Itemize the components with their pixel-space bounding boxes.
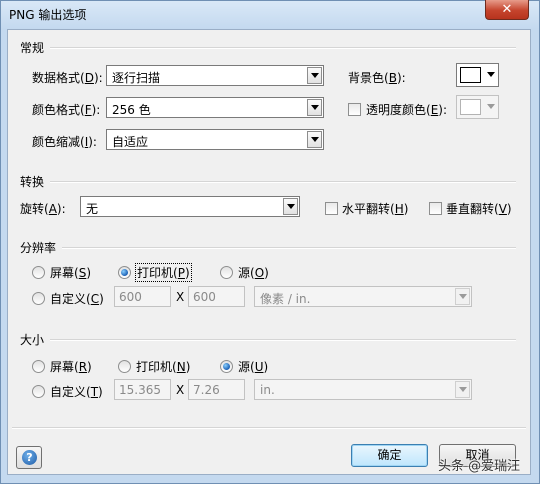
resolution-screen-radio[interactable]	[32, 266, 45, 279]
chevron-down-icon	[487, 104, 495, 109]
color-reduction-label: 颜色缩减(I):	[32, 135, 97, 149]
data-format-select[interactable]: 逐行扫描	[106, 65, 324, 86]
size-unit-value: in.	[260, 383, 275, 397]
transparency-color-picker[interactable]	[456, 95, 499, 119]
chevron-down-icon[interactable]	[283, 198, 298, 215]
transparency-color-label: 透明度颜色(E):	[366, 103, 448, 117]
resolution-times-label: X	[176, 290, 185, 304]
flip-vertical-checkbox[interactable]	[429, 202, 442, 215]
size-custom-label: 自定义(T)	[50, 385, 103, 399]
background-color-label: 背景色(B):	[348, 71, 406, 85]
divider	[50, 339, 516, 341]
size-height-input[interactable]: 7.26	[188, 379, 245, 400]
flip-horizontal-checkbox[interactable]	[325, 202, 338, 215]
close-button[interactable]: ✕	[485, 0, 529, 20]
section-title-transform: 转换	[20, 175, 45, 189]
help-button[interactable]: ?	[16, 446, 42, 469]
size-source-radio[interactable]	[220, 360, 233, 373]
footer-divider	[12, 427, 526, 429]
resolution-height-input[interactable]: 600	[188, 286, 245, 307]
data-format-value: 逐行扫描	[112, 71, 161, 85]
window-title: PNG 输出选项	[9, 8, 87, 22]
size-custom-radio[interactable]	[32, 385, 45, 398]
resolution-printer-label: 打印机(P)	[135, 263, 192, 282]
divider	[62, 247, 516, 249]
section-title-general: 常规	[20, 41, 45, 55]
resolution-printer-radio[interactable]	[118, 266, 131, 279]
resolution-custom-radio[interactable]	[32, 292, 45, 305]
color-reduction-value: 自适应	[112, 135, 149, 149]
resolution-source-radio[interactable]	[220, 266, 233, 279]
close-icon: ✕	[501, 2, 513, 17]
color-format-value: 256 色	[112, 103, 151, 117]
watermark-text: 头条 @爱瑞汪	[438, 459, 521, 474]
help-icon: ?	[22, 450, 37, 465]
chevron-down-icon[interactable]	[455, 381, 470, 398]
divider	[50, 47, 516, 49]
resolution-unit-select[interactable]: 像素 / in.	[254, 286, 472, 307]
rotation-select[interactable]: 无	[80, 196, 300, 217]
resolution-width-input[interactable]: 600	[114, 286, 171, 307]
resolution-source-label: 源(O)	[238, 266, 269, 280]
resolution-unit-value: 像素 / in.	[260, 292, 311, 306]
chevron-down-icon[interactable]	[307, 99, 322, 116]
size-printer-label: 打印机(N)	[136, 360, 191, 374]
size-width-input[interactable]: 15.365	[114, 379, 171, 400]
color-format-label: 颜色格式(F):	[32, 103, 101, 117]
flip-horizontal-label: 水平翻转(H)	[342, 202, 409, 216]
divider	[50, 181, 516, 183]
size-screen-radio[interactable]	[32, 360, 45, 373]
data-format-label: 数据格式(D):	[32, 71, 103, 85]
rotation-label: 旋转(A):	[20, 202, 66, 216]
section-title-size: 大小	[20, 333, 45, 347]
resolution-custom-label: 自定义(C)	[50, 292, 104, 306]
transparency-color-swatch	[460, 99, 481, 115]
size-times-label: X	[176, 383, 185, 397]
color-format-select[interactable]: 256 色	[106, 97, 324, 118]
background-color-swatch	[460, 67, 481, 83]
size-screen-label: 屏幕(R)	[50, 360, 92, 374]
color-reduction-select[interactable]: 自适应	[106, 129, 324, 150]
chevron-down-icon[interactable]	[455, 288, 470, 305]
chevron-down-icon	[487, 72, 495, 77]
background-color-picker[interactable]	[456, 63, 499, 87]
size-printer-radio[interactable]	[118, 360, 131, 373]
ok-button[interactable]: 确定	[351, 444, 428, 467]
section-title-resolution: 分辨率	[20, 241, 57, 255]
chevron-down-icon[interactable]	[307, 67, 322, 84]
transparency-color-checkbox[interactable]	[348, 103, 361, 116]
chevron-down-icon[interactable]	[307, 131, 322, 148]
size-source-label: 源(U)	[238, 360, 269, 374]
flip-vertical-label: 垂直翻转(V)	[446, 202, 512, 216]
resolution-screen-label: 屏幕(S)	[50, 266, 92, 280]
rotation-value: 无	[86, 202, 99, 216]
dialog-body: 常规 数据格式(D): 逐行扫描 颜色格式(F): 256 色 颜色缩减(I):…	[7, 29, 531, 475]
size-unit-select[interactable]: in.	[254, 379, 472, 400]
